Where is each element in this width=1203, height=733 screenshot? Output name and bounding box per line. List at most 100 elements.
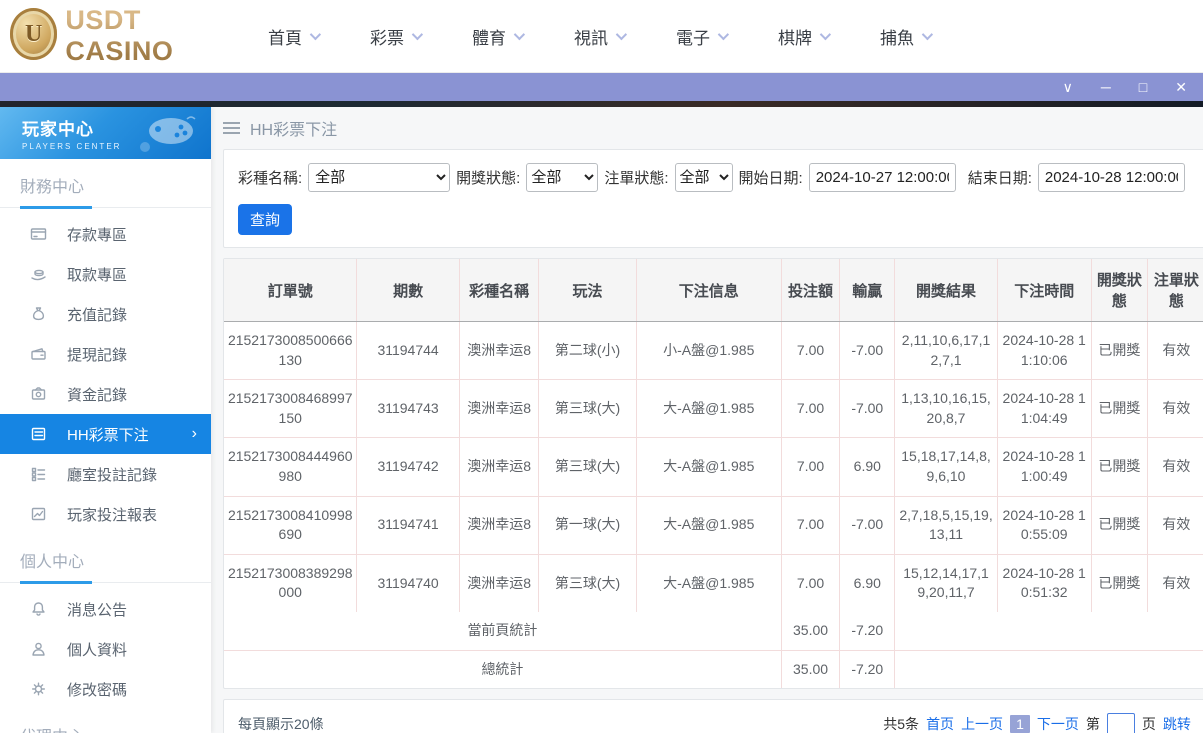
chevron-down-icon <box>820 29 831 40</box>
sidebar-item-funds-record[interactable]: 資金記錄 <box>0 374 211 414</box>
menu-icon[interactable] <box>223 122 240 134</box>
table-cell: 7.00 <box>781 380 839 438</box>
table-cell: 已開獎 <box>1091 496 1147 554</box>
site-logo[interactable]: U USDT CASINO <box>10 5 240 67</box>
table-header-row: 訂單號期數彩種名稱玩法下注信息投注額輸贏開獎結果下注時間開獎狀態注單狀態 <box>224 259 1203 322</box>
next-page-link[interactable]: 下一页 <box>1037 714 1079 733</box>
table-cell: 6.90 <box>840 438 895 496</box>
summary-bet-total: 35.00 <box>781 650 839 688</box>
nav-label: 棋牌 <box>778 24 812 49</box>
minimize-button[interactable]: ─ <box>1101 73 1111 101</box>
sidebar-item-label: 消息公告 <box>67 599 127 620</box>
sidebar-item-hh-lottery-bets[interactable]: HH彩票下注 › <box>0 414 211 454</box>
jump-suffix-text: 页 <box>1142 714 1156 733</box>
nav-item-lottery[interactable]: 彩票 <box>370 24 420 49</box>
logo-icon: U <box>10 8 57 60</box>
table-cell: 2,11,10,6,17,12,7,1 <box>895 322 997 380</box>
sidebar-item-withdrawal-record[interactable]: 提現記錄 <box>0 334 211 374</box>
table-cell: 澳洲幸运8 <box>459 438 539 496</box>
nav-item-board-games[interactable]: 棋牌 <box>778 24 828 49</box>
sidebar-item-player-bet-report[interactable]: 玩家投注報表 <box>0 494 211 534</box>
table-cell: 第一球(大) <box>539 496 636 554</box>
end-date-input[interactable] <box>1038 163 1185 192</box>
table-cell: 澳洲幸运8 <box>459 380 539 438</box>
nav-item-sports[interactable]: 體育 <box>472 24 522 49</box>
sidebar-item-recharge-record[interactable]: 充值記錄 <box>0 294 211 334</box>
nav-label: 電子 <box>676 24 710 49</box>
bell-icon <box>30 601 47 617</box>
nav-item-slots[interactable]: 電子 <box>676 24 726 49</box>
window-collapse-icon[interactable]: ∨ <box>1063 73 1073 101</box>
sidebar-item-withdraw[interactable]: 取款專區 <box>0 254 211 294</box>
page-size-text: 每頁顯示20條 <box>238 714 324 733</box>
table-cell: 第二球(小) <box>539 322 636 380</box>
nav-item-fishing[interactable]: 捕魚 <box>880 24 930 49</box>
sidebar-section-agent[interactable]: 代理中心 <box>0 709 211 733</box>
search-button[interactable]: 查詢 <box>238 204 292 235</box>
order-status-select[interactable]: 全部 <box>675 163 733 192</box>
pagination-panel: 每頁顯示20條 共5条 首页 上一页 1 下一页 第 页 跳转 <box>223 699 1203 733</box>
table-cell: -7.00 <box>840 380 895 438</box>
sidebar-item-room-bet-record[interactable]: 廳室投註記錄 <box>0 454 211 494</box>
jump-button[interactable]: 跳转 <box>1163 714 1191 733</box>
table-cell: 有效 <box>1148 322 1203 380</box>
logo-letter: U <box>25 21 42 48</box>
summary-bet-total: 35.00 <box>781 612 839 650</box>
site-header: U USDT CASINO 首頁 彩票 體育 視訊 電子 棋牌 捕魚 <box>0 0 1203 73</box>
nav-label: 捕魚 <box>880 24 914 49</box>
chevron-down-icon <box>310 29 321 40</box>
bets-table-panel: 訂單號期數彩種名稱玩法下注信息投注額輸贏開獎結果下注時間開獎狀態注單狀態 215… <box>223 258 1203 689</box>
total-count-text: 共5条 <box>883 714 919 733</box>
sidebar-item-deposit[interactable]: 存款專區 <box>0 214 211 254</box>
lottery-name-select[interactable]: 全部 <box>308 163 450 192</box>
table-cell: 2024-10-28 11:00:49 <box>997 438 1091 496</box>
money-bag-icon <box>30 306 47 322</box>
table-cell: 大-A盤@1.985 <box>636 554 781 612</box>
table-cell: 第三球(大) <box>539 554 636 612</box>
sidebar-section-personal[interactable]: 個人中心 <box>0 534 211 580</box>
breadcrumb: HH彩票下注 <box>223 107 1203 149</box>
section-divider <box>0 580 211 583</box>
summary-win-loss: -7.20 <box>840 650 895 688</box>
sidebar: 玩家中心 PLAYERS CENTER 財務中心 存款專區 取款專區 充值記錄 … <box>0 107 211 733</box>
draw-status-select[interactable]: 全部 <box>526 163 598 192</box>
summary-label: 總統計 <box>224 650 781 688</box>
table-cell: 2,7,18,5,15,19,13,11 <box>895 496 997 554</box>
sidebar-item-change-password[interactable]: 修改密碼 <box>0 669 211 709</box>
table-cell: 31194744 <box>357 322 459 380</box>
column-header: 開獎結果 <box>895 259 997 322</box>
sidebar-item-label: 個人資料 <box>67 639 127 660</box>
page-jump-input[interactable] <box>1107 713 1135 733</box>
table-cell: 7.00 <box>781 496 839 554</box>
first-page-link[interactable]: 首页 <box>926 714 954 733</box>
nav-item-live-video[interactable]: 視訊 <box>574 24 624 49</box>
table-cell: 有效 <box>1148 496 1203 554</box>
order-status-label: 注單狀態: <box>604 167 668 188</box>
current-page-badge[interactable]: 1 <box>1010 715 1030 733</box>
chevron-down-icon <box>412 29 423 40</box>
chevron-down-icon <box>514 29 525 40</box>
table-cell: -7.00 <box>840 322 895 380</box>
sidebar-section-finance[interactable]: 財務中心 <box>0 159 211 205</box>
sidebar-item-announcements[interactable]: 消息公告 <box>0 589 211 629</box>
table-cell: -7.00 <box>840 496 895 554</box>
nav-label: 視訊 <box>574 24 608 49</box>
table-cell: 6.90 <box>840 554 895 612</box>
start-date-input[interactable] <box>809 163 956 192</box>
table-row: 215217300850066613031194744澳洲幸运8第二球(小)小-… <box>224 322 1203 380</box>
nav-item-home[interactable]: 首頁 <box>268 24 318 49</box>
table-cell: 2024-10-28 11:04:49 <box>997 380 1091 438</box>
column-header: 下注時間 <box>997 259 1091 322</box>
table-cell: 7.00 <box>781 438 839 496</box>
table-row: 215217300846899715031194743澳洲幸运8第三球(大)大-… <box>224 380 1203 438</box>
maximize-button[interactable]: □ <box>1139 73 1147 101</box>
prev-page-link[interactable]: 上一页 <box>961 714 1003 733</box>
sidebar-item-profile[interactable]: 個人資料 <box>0 629 211 669</box>
table-cell: 有效 <box>1148 380 1203 438</box>
table-cell: 大-A盤@1.985 <box>636 380 781 438</box>
filter-panel: 彩種名稱: 全部 開獎狀態: 全部 注單狀態: 全部 開始日期: 結束日期: 查… <box>223 149 1203 248</box>
column-header: 下注信息 <box>636 259 781 322</box>
column-header: 期數 <box>357 259 459 322</box>
close-button[interactable]: ✕ <box>1175 73 1187 101</box>
jump-prefix-text: 第 <box>1086 714 1100 733</box>
